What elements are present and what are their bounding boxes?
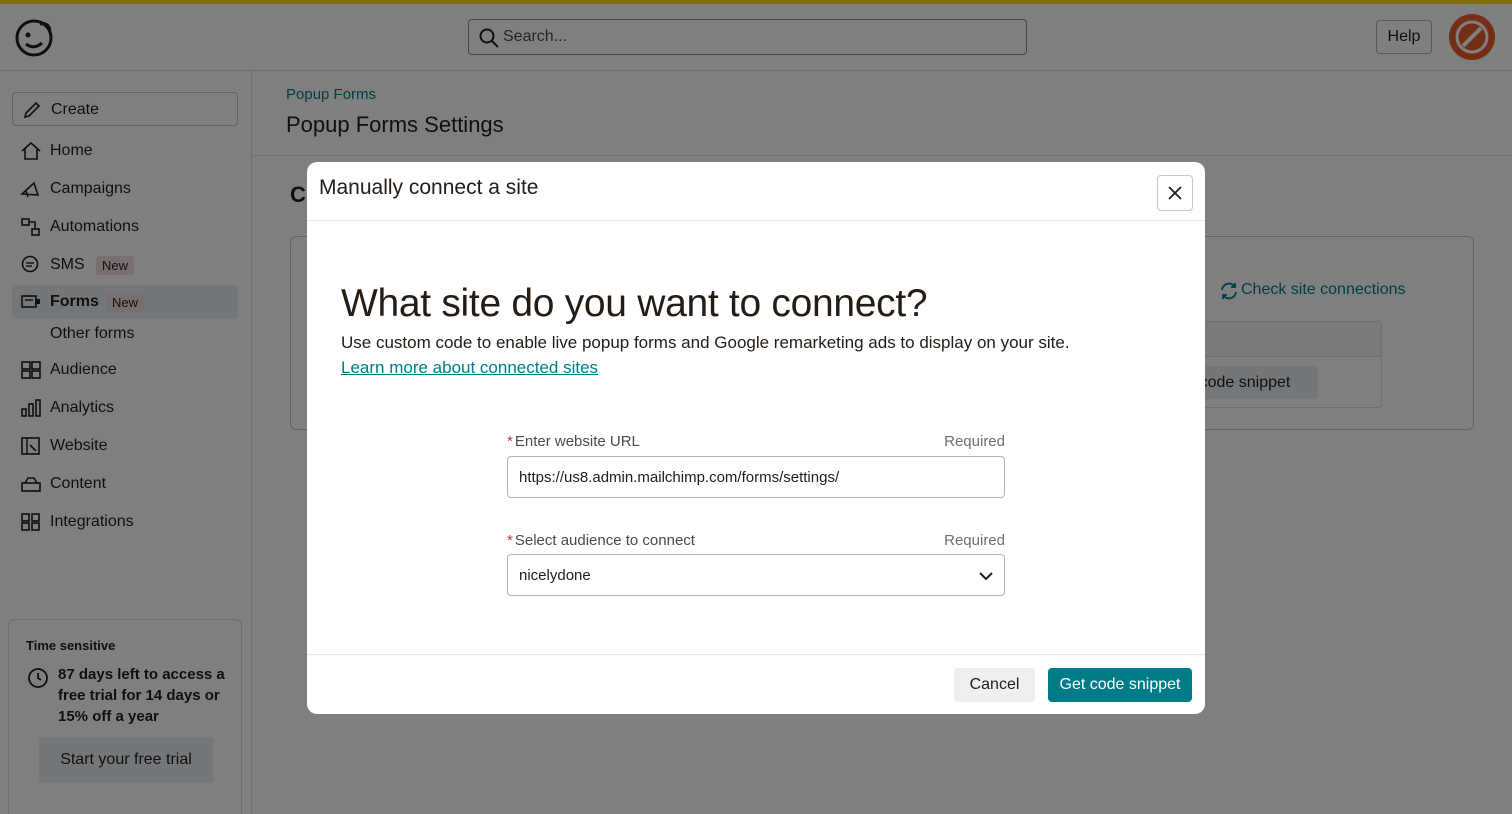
connect-site-modal: Manually connect a site What site do you… xyxy=(307,162,1205,714)
modal-header: Manually connect a site xyxy=(307,162,1205,221)
url-required-text: Required xyxy=(944,433,1005,450)
modal-heading: What site do you want to connect? xyxy=(341,282,928,325)
url-label-text: Enter website URL xyxy=(514,433,640,450)
modal-description: Use custom code to enable live popup for… xyxy=(341,333,1070,352)
learn-more-link[interactable]: Learn more about connected sites xyxy=(341,358,598,378)
modal-footer: Cancel Get code snippet xyxy=(307,654,1205,714)
close-icon xyxy=(1168,186,1182,200)
audience-field-label: * Select audience to connect xyxy=(507,532,695,549)
audience-label-text: Select audience to connect xyxy=(514,532,695,549)
audience-selected-value: nicelydone xyxy=(519,567,591,584)
audience-select[interactable]: nicelydone xyxy=(507,554,1005,596)
cancel-button[interactable]: Cancel xyxy=(954,668,1035,702)
audience-required-text: Required xyxy=(944,532,1005,549)
modal-title: Manually connect a site xyxy=(319,176,539,199)
chevron-down-icon xyxy=(979,572,993,581)
url-field-label: * Enter website URL xyxy=(507,433,640,450)
website-url-input[interactable] xyxy=(507,456,1005,498)
get-code-snippet-button[interactable]: Get code snippet xyxy=(1048,668,1192,702)
required-asterisk: * xyxy=(507,532,513,549)
close-button[interactable] xyxy=(1157,175,1193,211)
required-asterisk: * xyxy=(507,433,513,450)
